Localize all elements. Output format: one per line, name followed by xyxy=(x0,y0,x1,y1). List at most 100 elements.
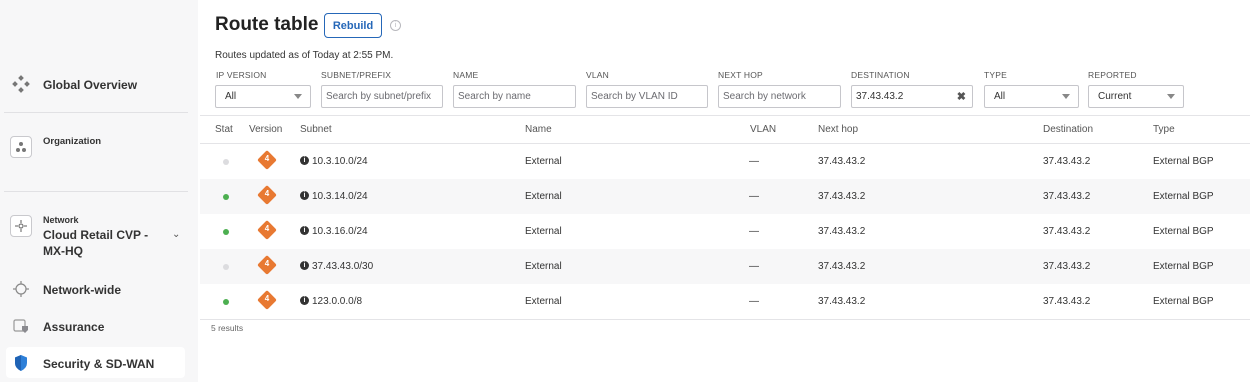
network-icon xyxy=(10,215,32,237)
type-cell: External BGP xyxy=(1153,156,1214,167)
column-header-version[interactable]: Version xyxy=(249,124,282,135)
subnet-cell: 123.0.0.0/8 xyxy=(312,296,363,307)
assurance-icon xyxy=(10,315,32,337)
sidebar-divider xyxy=(4,112,188,113)
version-number: 4 xyxy=(264,154,270,163)
subnet-search-input[interactable] xyxy=(321,85,443,108)
network-caption: Network xyxy=(43,215,79,225)
vlan-cell: — xyxy=(749,261,759,272)
name-cell: External xyxy=(525,156,562,167)
destination-input[interactable]: 37.43.43.2 ✖ xyxy=(851,85,973,108)
sidebar-item-label: Security & SD-WAN xyxy=(43,357,155,371)
next-hop-cell: 37.43.43.2 xyxy=(818,261,866,272)
results-count: 5 results xyxy=(211,323,244,333)
reported-label: REPORTED xyxy=(1088,70,1137,80)
info-icon[interactable]: i xyxy=(300,226,309,235)
shield-icon xyxy=(10,352,32,374)
global-overview-icon xyxy=(10,73,32,95)
ip-version-label: IP VERSION xyxy=(216,70,267,80)
vlan-search-input[interactable] xyxy=(586,85,708,108)
table-row[interactable]: 4 i 10.3.14.0/24 External — 37.43.43.2 3… xyxy=(200,179,1250,214)
next-hop-cell: 37.43.43.2 xyxy=(818,226,866,237)
sidebar-item-label: Global Overview xyxy=(43,78,138,92)
next-hop-cell: 37.43.43.2 xyxy=(818,296,866,307)
sidebar-item-global-overview[interactable]: Global Overview xyxy=(0,73,188,95)
version-number: 4 xyxy=(264,189,270,198)
vlan-cell: — xyxy=(749,296,759,307)
next-hop-cell: 37.43.43.2 xyxy=(818,156,866,167)
destination-cell: 37.43.43.2 xyxy=(1043,191,1091,202)
destination-value: 37.43.43.2 xyxy=(856,91,904,102)
destination-cell: 37.43.43.2 xyxy=(1043,156,1091,167)
vlan-label: VLAN xyxy=(586,70,610,80)
destination-label: DESTINATION xyxy=(851,70,910,80)
sidebar-item-organization[interactable]: Organization xyxy=(0,136,188,158)
type-cell: External BGP xyxy=(1153,191,1214,202)
column-header-subnet[interactable]: Subnet xyxy=(300,124,332,135)
sidebar-item-network-wide[interactable]: Network-wide xyxy=(0,278,188,300)
sidebar-item-security[interactable]: Security & SD-WAN xyxy=(0,352,188,374)
updated-timestamp: Routes updated as of Today at 2:55 PM. xyxy=(215,50,394,61)
type-cell: External BGP xyxy=(1153,261,1214,272)
name-search-input[interactable] xyxy=(453,85,576,108)
info-icon[interactable]: i xyxy=(300,191,309,200)
subnet-label: SUBNET/PREFIX xyxy=(321,70,392,80)
version-number: 4 xyxy=(264,224,270,233)
subnet-cell: 10.3.10.0/24 xyxy=(312,156,368,167)
column-header-vlan[interactable]: VLAN xyxy=(750,124,776,135)
chevron-down-icon[interactable]: ⌄ xyxy=(172,229,180,240)
divider xyxy=(200,319,1250,320)
organization-icon xyxy=(10,136,32,158)
next-hop-label: NEXT HOP xyxy=(718,70,763,80)
reported-select[interactable]: Current xyxy=(1088,85,1184,108)
status-dot xyxy=(223,229,229,235)
rebuild-button[interactable]: Rebuild xyxy=(324,13,382,38)
subnet-cell: 10.3.14.0/24 xyxy=(312,191,368,202)
column-header-type[interactable]: Type xyxy=(1153,124,1175,135)
sidebar: Global Overview Organization Network Clo… xyxy=(0,0,198,382)
type-label: TYPE xyxy=(984,70,1008,80)
name-cell: External xyxy=(525,261,562,272)
status-dot xyxy=(223,194,229,200)
subnet-cell: 37.43.43.0/30 xyxy=(312,261,374,272)
table-row[interactable]: 4 i 10.3.10.0/24 External — 37.43.43.2 3… xyxy=(200,144,1250,179)
sidebar-item-label: Assurance xyxy=(43,320,105,334)
status-dot xyxy=(223,264,229,270)
page-title: Route table xyxy=(215,14,319,35)
table-row[interactable]: 4 i 10.3.16.0/24 External — 37.43.43.2 3… xyxy=(200,214,1250,249)
info-icon[interactable]: i xyxy=(390,20,401,31)
info-icon[interactable]: i xyxy=(300,261,309,270)
column-header-name[interactable]: Name xyxy=(525,124,552,135)
divider xyxy=(200,115,1250,116)
ip-version-select[interactable]: All xyxy=(215,85,311,108)
vlan-cell: — xyxy=(749,156,759,167)
column-header-destination[interactable]: Destination xyxy=(1043,124,1093,135)
type-select[interactable]: All xyxy=(984,85,1079,108)
next-hop-search-input[interactable] xyxy=(718,85,841,108)
sidebar-item-label: Network-wide xyxy=(43,283,122,297)
column-header-stat[interactable]: Stat xyxy=(215,124,233,135)
table-row[interactable]: 4 i 123.0.0.0/8 External — 37.43.43.2 37… xyxy=(200,284,1250,319)
reported-value: Current xyxy=(1098,91,1132,102)
info-icon[interactable]: i xyxy=(300,156,309,165)
destination-cell: 37.43.43.2 xyxy=(1043,296,1091,307)
type-cell: External BGP xyxy=(1153,296,1214,307)
chevron-down-icon xyxy=(1062,94,1070,99)
info-icon[interactable]: i xyxy=(300,296,309,305)
version-number: 4 xyxy=(264,294,270,303)
chevron-down-icon xyxy=(1167,94,1175,99)
subnet-cell: 10.3.16.0/24 xyxy=(312,226,368,237)
network-selector[interactable]: Cloud Retail CVP - MX-HQ xyxy=(43,227,168,259)
name-label: NAME xyxy=(453,70,479,80)
vlan-cell: — xyxy=(749,191,759,202)
column-header-next-hop[interactable]: Next hop xyxy=(818,124,858,135)
vlan-cell: — xyxy=(749,226,759,237)
sidebar-item-assurance[interactable]: Assurance xyxy=(0,315,188,337)
type-value: All xyxy=(994,91,1006,102)
destination-cell: 37.43.43.2 xyxy=(1043,261,1091,272)
clear-icon[interactable]: ✖ xyxy=(957,90,966,103)
network-wide-icon xyxy=(10,278,32,300)
table-row[interactable]: 4 i 37.43.43.0/30 External — 37.43.43.2 … xyxy=(200,249,1250,284)
status-dot xyxy=(223,299,229,305)
app: Global Overview Organization Network Clo… xyxy=(0,0,1250,382)
